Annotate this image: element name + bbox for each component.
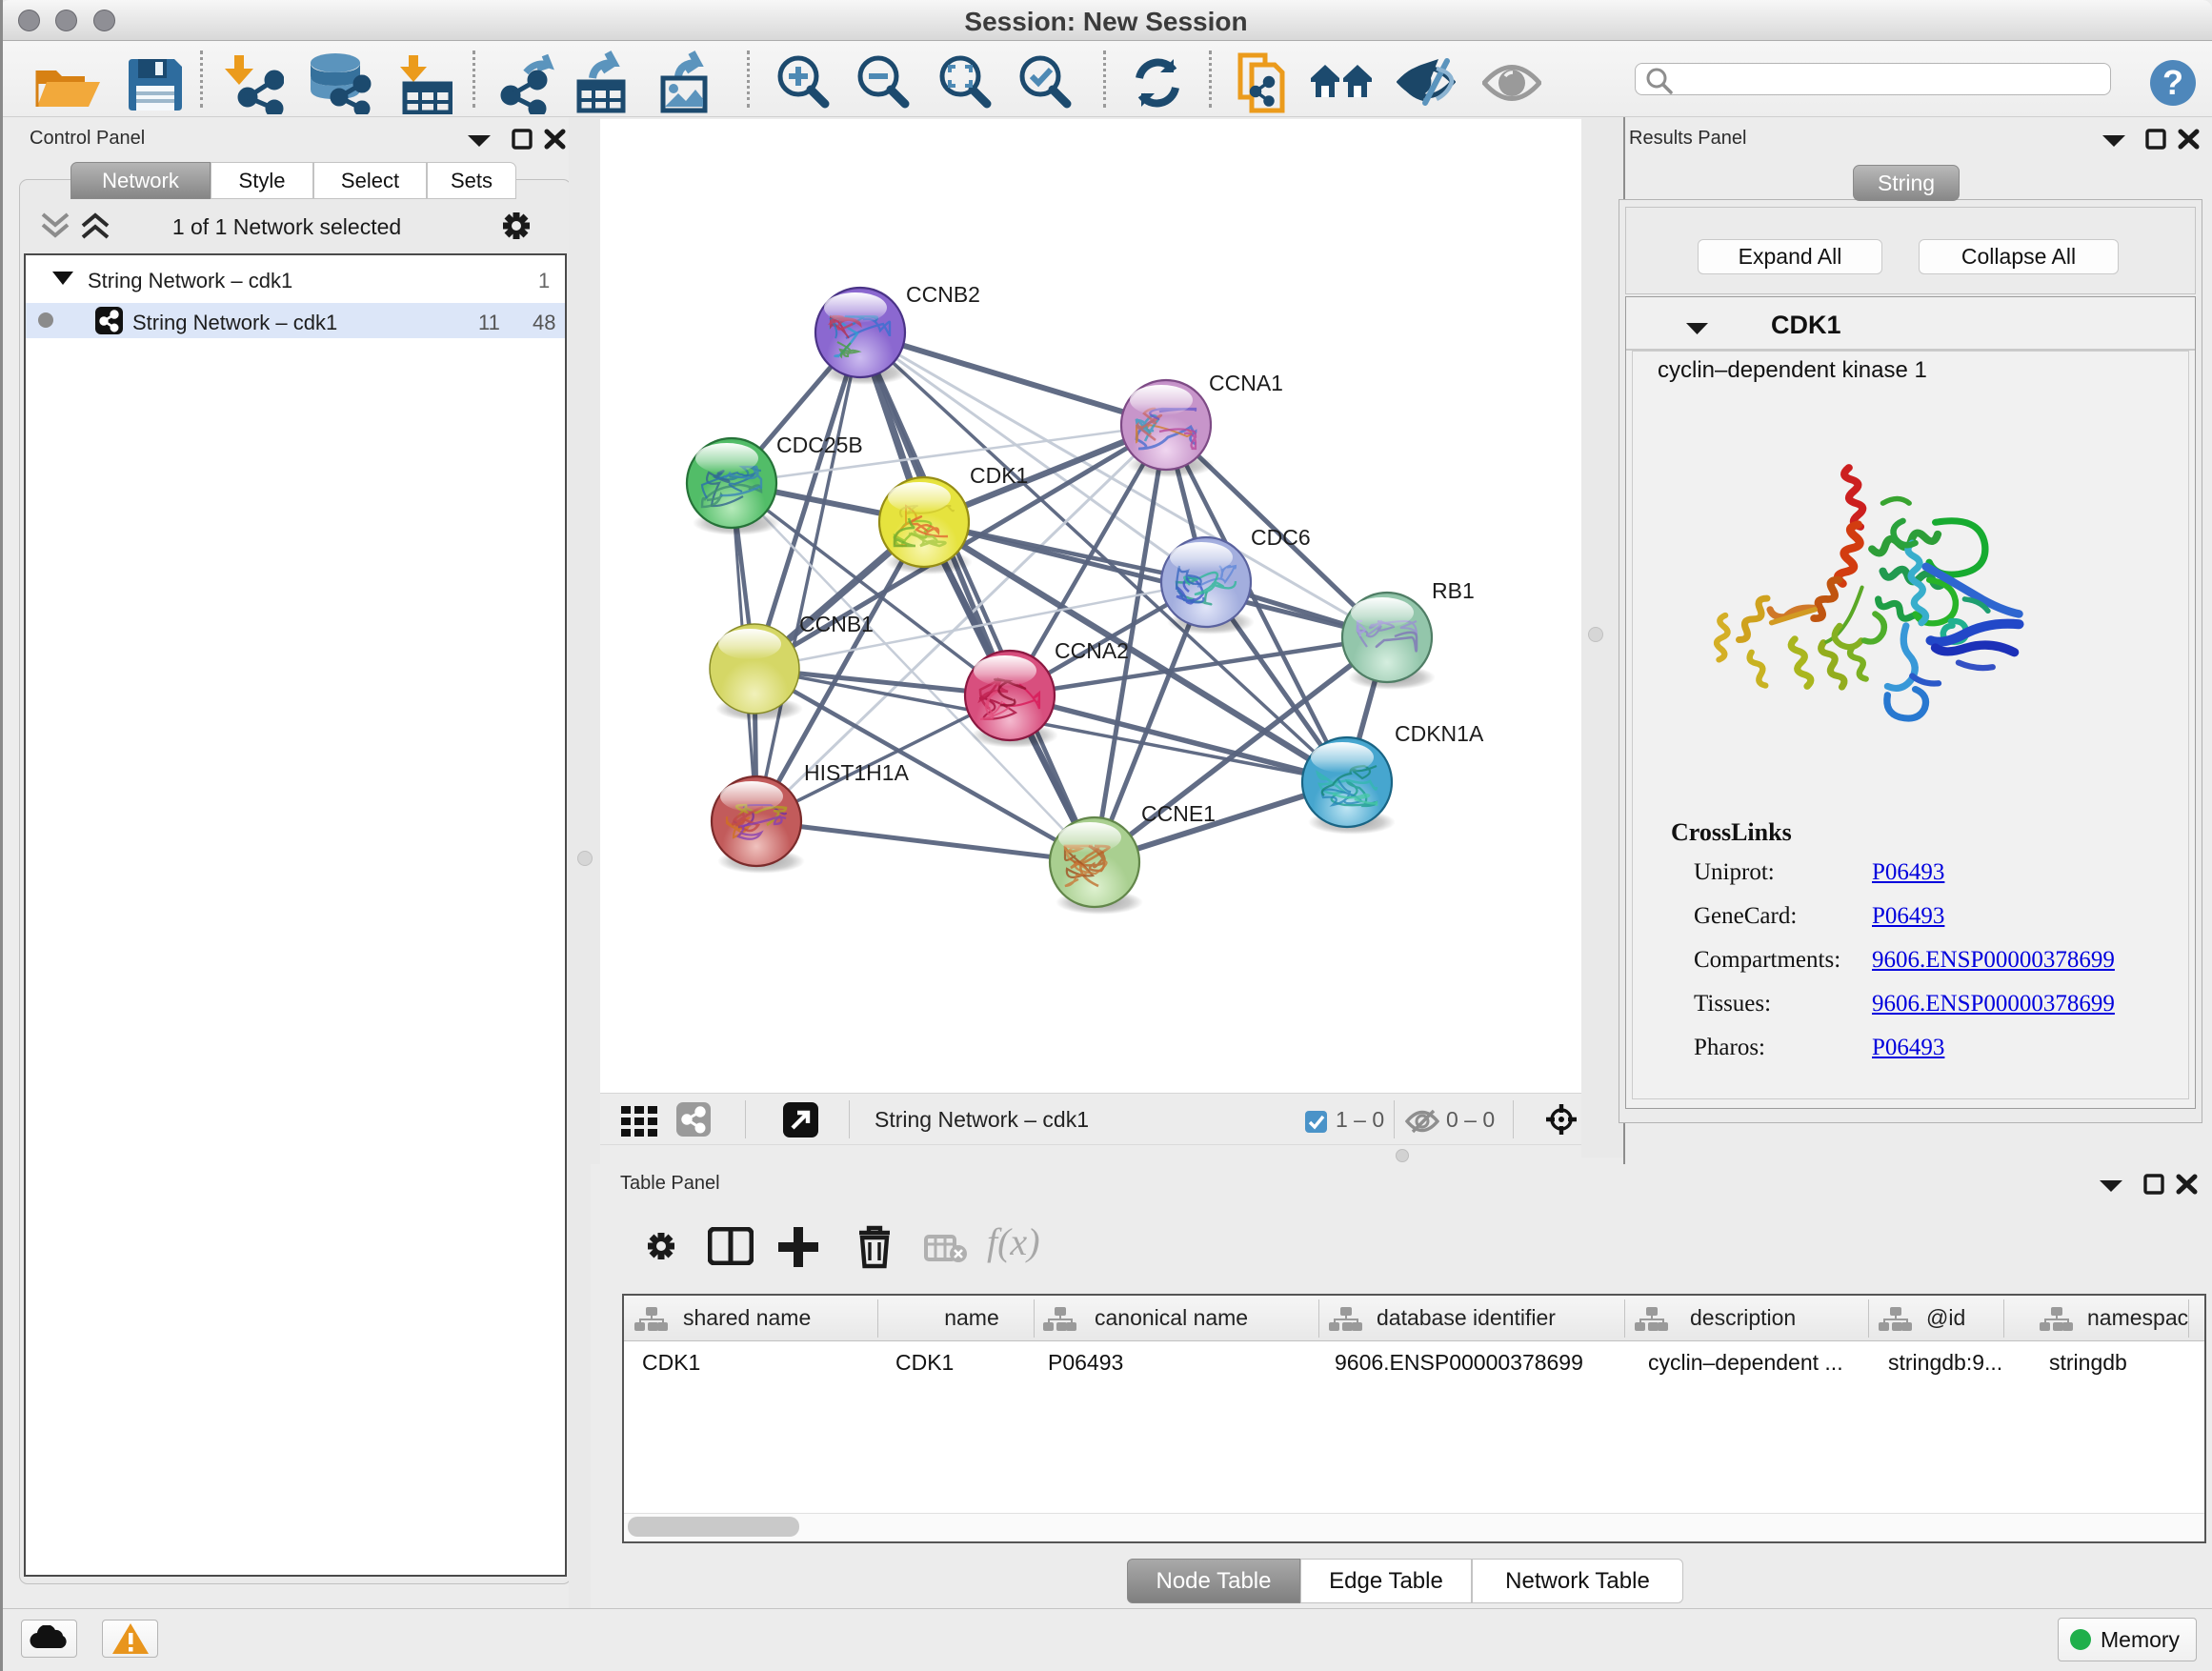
svg-text:CDK1: CDK1 [970,463,1028,488]
svg-text:CDKN1A: CDKN1A [1395,721,1484,746]
svg-text:RB1: RB1 [1432,578,1475,603]
svg-text:CDC6: CDC6 [1251,525,1311,550]
svg-text:CCNA2: CCNA2 [1055,638,1129,663]
svg-text:HIST1H1A: HIST1H1A [804,760,910,785]
svg-text:CCNB1: CCNB1 [799,612,874,636]
svg-text:CCNE1: CCNE1 [1141,801,1216,826]
svg-text:CCNB2: CCNB2 [906,282,980,307]
svg-text:CDC25B: CDC25B [776,433,863,457]
svg-text:?: ? [2162,63,2183,102]
svg-text:CCNA1: CCNA1 [1209,371,1283,395]
